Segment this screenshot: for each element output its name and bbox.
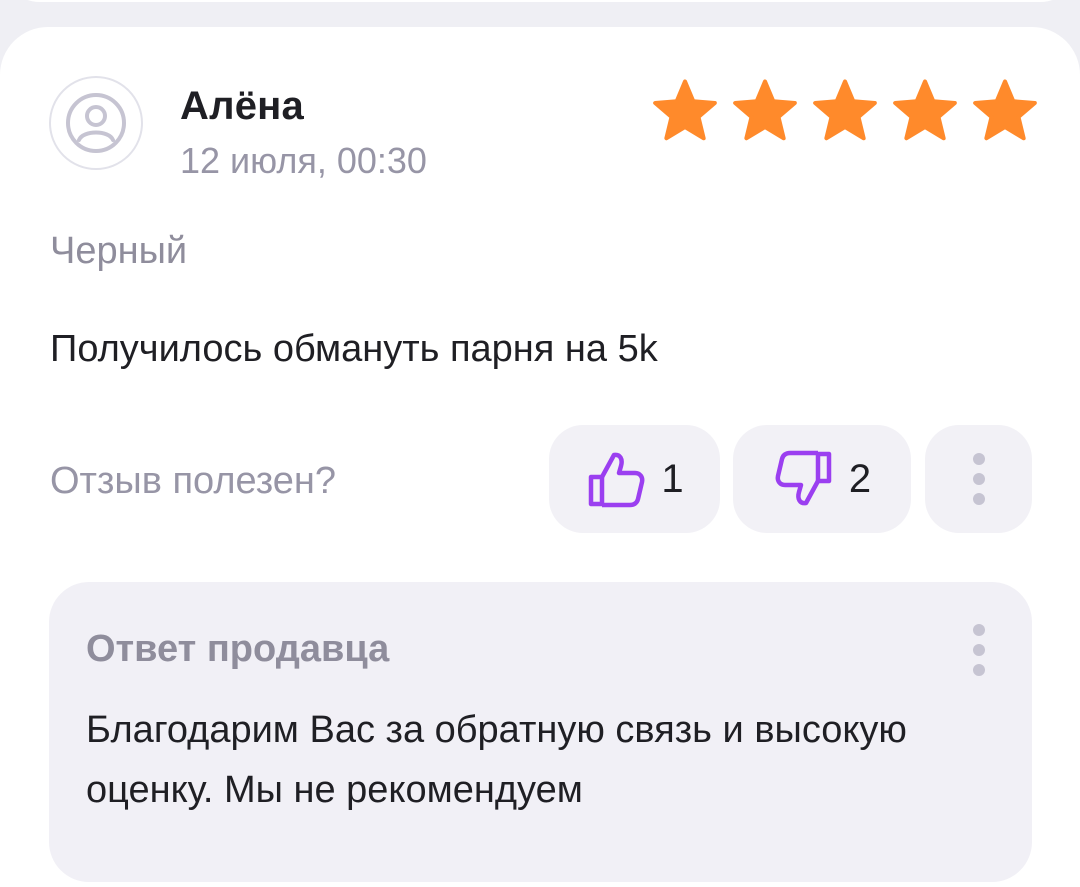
avatar xyxy=(49,76,143,170)
dislike-button[interactable]: 2 xyxy=(733,425,911,533)
rating-stars xyxy=(650,78,1040,144)
star-icon xyxy=(973,79,1037,141)
thumbs-down-icon xyxy=(775,450,832,506)
star-icon xyxy=(733,79,797,141)
previous-card xyxy=(0,0,1080,2)
user-avatar-icon xyxy=(66,93,126,153)
dislike-count: 2 xyxy=(848,456,872,501)
review-author: Алёна xyxy=(180,84,304,128)
like-count: 1 xyxy=(661,456,684,501)
seller-reply-more-button[interactable] xyxy=(967,620,991,680)
thumbs-up-icon xyxy=(589,452,645,508)
more-icon xyxy=(973,624,985,676)
review-date: 12 июля, 00:30 xyxy=(180,140,427,181)
star-icon xyxy=(653,79,717,141)
seller-reply-text: Благодарим Вас за обратную связь и высок… xyxy=(86,709,907,811)
seller-reply: Ответ продавца Благодарим Вас за обратну… xyxy=(49,582,1032,882)
like-button[interactable]: 1 xyxy=(549,425,720,533)
seller-reply-title: Ответ продавца xyxy=(86,628,390,670)
star-icon xyxy=(893,79,957,141)
helpful-label: Отзыв полезен? xyxy=(50,460,337,502)
star-icon xyxy=(813,79,877,141)
more-options-button[interactable] xyxy=(925,425,1032,533)
review-variant: Черный xyxy=(50,230,188,272)
more-icon xyxy=(972,453,985,505)
review-text: Получилось обмануть парня на 5k xyxy=(50,328,658,370)
